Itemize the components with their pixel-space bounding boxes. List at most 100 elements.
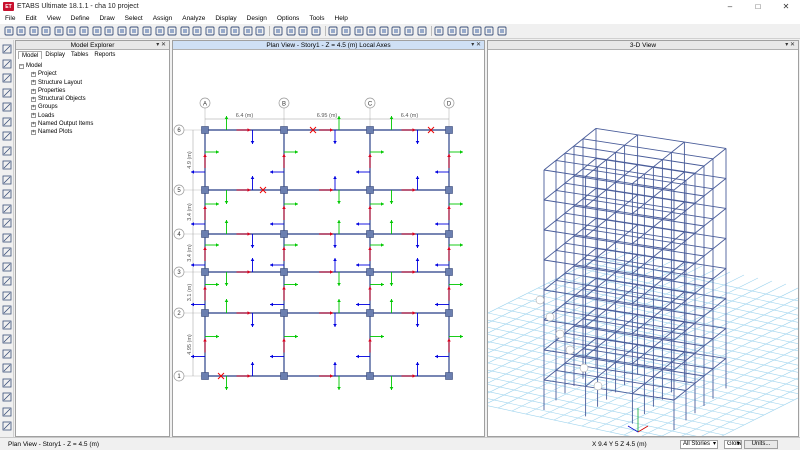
brush-icon[interactable] <box>497 26 508 37</box>
column-marker[interactable] <box>366 230 374 238</box>
snap-intersect-icon[interactable] <box>2 392 12 402</box>
draw-line-icon[interactable] <box>2 88 12 98</box>
menu-select[interactable]: Select <box>120 15 148 22</box>
column-marker[interactable] <box>366 126 374 134</box>
panel-controls[interactable]: ▾ ✕ <box>785 41 795 50</box>
column-marker[interactable] <box>201 186 209 194</box>
expand-icon[interactable]: + <box>31 88 36 94</box>
column-marker[interactable] <box>445 268 453 276</box>
intersect-icon[interactable] <box>2 291 12 301</box>
zoom-fit-icon[interactable] <box>129 26 140 37</box>
draw-slab-icon[interactable] <box>2 160 12 170</box>
open-icon[interactable] <box>16 26 27 37</box>
draw-column-icon[interactable] <box>2 131 12 141</box>
reshape-icon[interactable] <box>2 59 12 69</box>
explorer-tab-model[interactable]: Model <box>18 51 43 59</box>
snap-extend-icon[interactable] <box>2 407 12 417</box>
column-marker[interactable] <box>280 309 288 317</box>
zoom-sel-icon[interactable] <box>484 26 495 37</box>
rubber-icon[interactable] <box>230 26 241 37</box>
select-all-icon[interactable] <box>2 247 12 257</box>
draw-section-icon[interactable] <box>2 233 12 243</box>
column-marker[interactable] <box>280 268 288 276</box>
pointer-icon[interactable] <box>2 44 12 54</box>
snap-parallel-icon[interactable] <box>2 421 12 431</box>
run-icon[interactable] <box>91 26 102 37</box>
select-icon[interactable] <box>272 26 283 37</box>
minimize-button[interactable]: – <box>716 0 744 13</box>
column-marker[interactable] <box>366 372 374 380</box>
tree-root[interactable]: − Model <box>19 62 93 70</box>
draw-grid-icon[interactable] <box>2 204 12 214</box>
explorer-tab-display[interactable]: Display <box>42 51 68 59</box>
display-1-icon[interactable] <box>328 26 339 37</box>
perspective-icon[interactable] <box>242 26 253 37</box>
menu-display[interactable]: Display <box>210 15 241 22</box>
menu-draw[interactable]: Draw <box>94 15 119 22</box>
draw-brace-icon[interactable] <box>2 117 12 127</box>
refresh-icon[interactable] <box>179 26 190 37</box>
tree-item[interactable]: + Structure Layout <box>31 79 93 87</box>
tree-item[interactable]: + Groups <box>31 103 93 111</box>
menu-view[interactable]: View <box>42 15 66 22</box>
expand-icon[interactable]: + <box>31 113 36 119</box>
column-marker[interactable] <box>445 126 453 134</box>
menu-tools[interactable]: Tools <box>304 15 329 22</box>
maximize-button[interactable]: □ <box>744 0 772 13</box>
plan-view-canvas[interactable]: A B C D1234566.4 (m) 6.95 (m) 6.4 (m)4.95 (m)… <box>173 50 484 436</box>
save-icon[interactable] <box>28 26 39 37</box>
tree-item[interactable]: + Named Plots <box>31 128 93 136</box>
menu-design[interactable]: Design <box>242 15 272 22</box>
expand-icon[interactable]: + <box>31 105 36 111</box>
column-marker[interactable] <box>445 186 453 194</box>
plan-icon[interactable] <box>205 26 216 37</box>
display-7-icon[interactable] <box>403 26 414 37</box>
view-3d-canvas[interactable] <box>488 50 798 436</box>
pan-icon[interactable] <box>167 26 178 37</box>
undo-icon[interactable] <box>41 26 52 37</box>
edit-icon[interactable] <box>79 26 90 37</box>
coord-system-dropdown[interactable]: Global <box>724 440 742 449</box>
column-marker[interactable] <box>366 309 374 317</box>
snap-grid-icon[interactable] <box>2 349 12 359</box>
draw-area-icon[interactable] <box>2 175 12 185</box>
camera-icon[interactable] <box>298 26 309 37</box>
collapse-icon[interactable]: − <box>19 63 24 69</box>
expand-icon[interactable]: + <box>31 121 36 127</box>
bar-icon[interactable] <box>459 26 470 37</box>
select-prev-icon[interactable] <box>2 262 12 272</box>
lock-icon[interactable] <box>66 26 77 37</box>
clear-select-icon[interactable] <box>2 276 12 286</box>
menu-options[interactable]: Options <box>272 15 304 22</box>
column-marker[interactable] <box>366 186 374 194</box>
menu-assign[interactable]: Assign <box>148 15 178 22</box>
box-icon[interactable] <box>285 26 296 37</box>
column-marker[interactable] <box>445 309 453 317</box>
display-4-icon[interactable] <box>366 26 377 37</box>
display-5-icon[interactable] <box>378 26 389 37</box>
display-2-icon[interactable] <box>340 26 351 37</box>
draw-wall-icon[interactable] <box>2 146 12 156</box>
menu-edit[interactable]: Edit <box>20 15 41 22</box>
new-icon[interactable] <box>3 26 14 37</box>
tree-item[interactable]: + Loads <box>31 112 93 120</box>
draw-dim-icon[interactable] <box>2 218 12 228</box>
snap-point-icon[interactable] <box>2 305 12 315</box>
column-marker[interactable] <box>201 268 209 276</box>
menu-define[interactable]: Define <box>66 15 95 22</box>
column-marker[interactable] <box>445 372 453 380</box>
column-marker[interactable] <box>280 186 288 194</box>
close-button[interactable]: ✕ <box>772 0 800 13</box>
snap-end-icon[interactable] <box>2 320 12 330</box>
explorer-tab-tables[interactable]: Tables <box>68 51 91 59</box>
snap-line-icon[interactable] <box>2 378 12 388</box>
column-marker[interactable] <box>280 230 288 238</box>
display-8-icon[interactable] <box>416 26 427 37</box>
tree-item[interactable]: + Named Output Items <box>31 120 93 128</box>
redo-icon[interactable] <box>53 26 64 37</box>
draw-beam-icon[interactable] <box>2 102 12 112</box>
zoom-window-icon[interactable] <box>142 26 153 37</box>
view-3d-panel[interactable]: 3-D View ▾ ✕ <box>487 40 799 437</box>
elev-icon[interactable] <box>217 26 228 37</box>
section-icon[interactable] <box>434 26 445 37</box>
